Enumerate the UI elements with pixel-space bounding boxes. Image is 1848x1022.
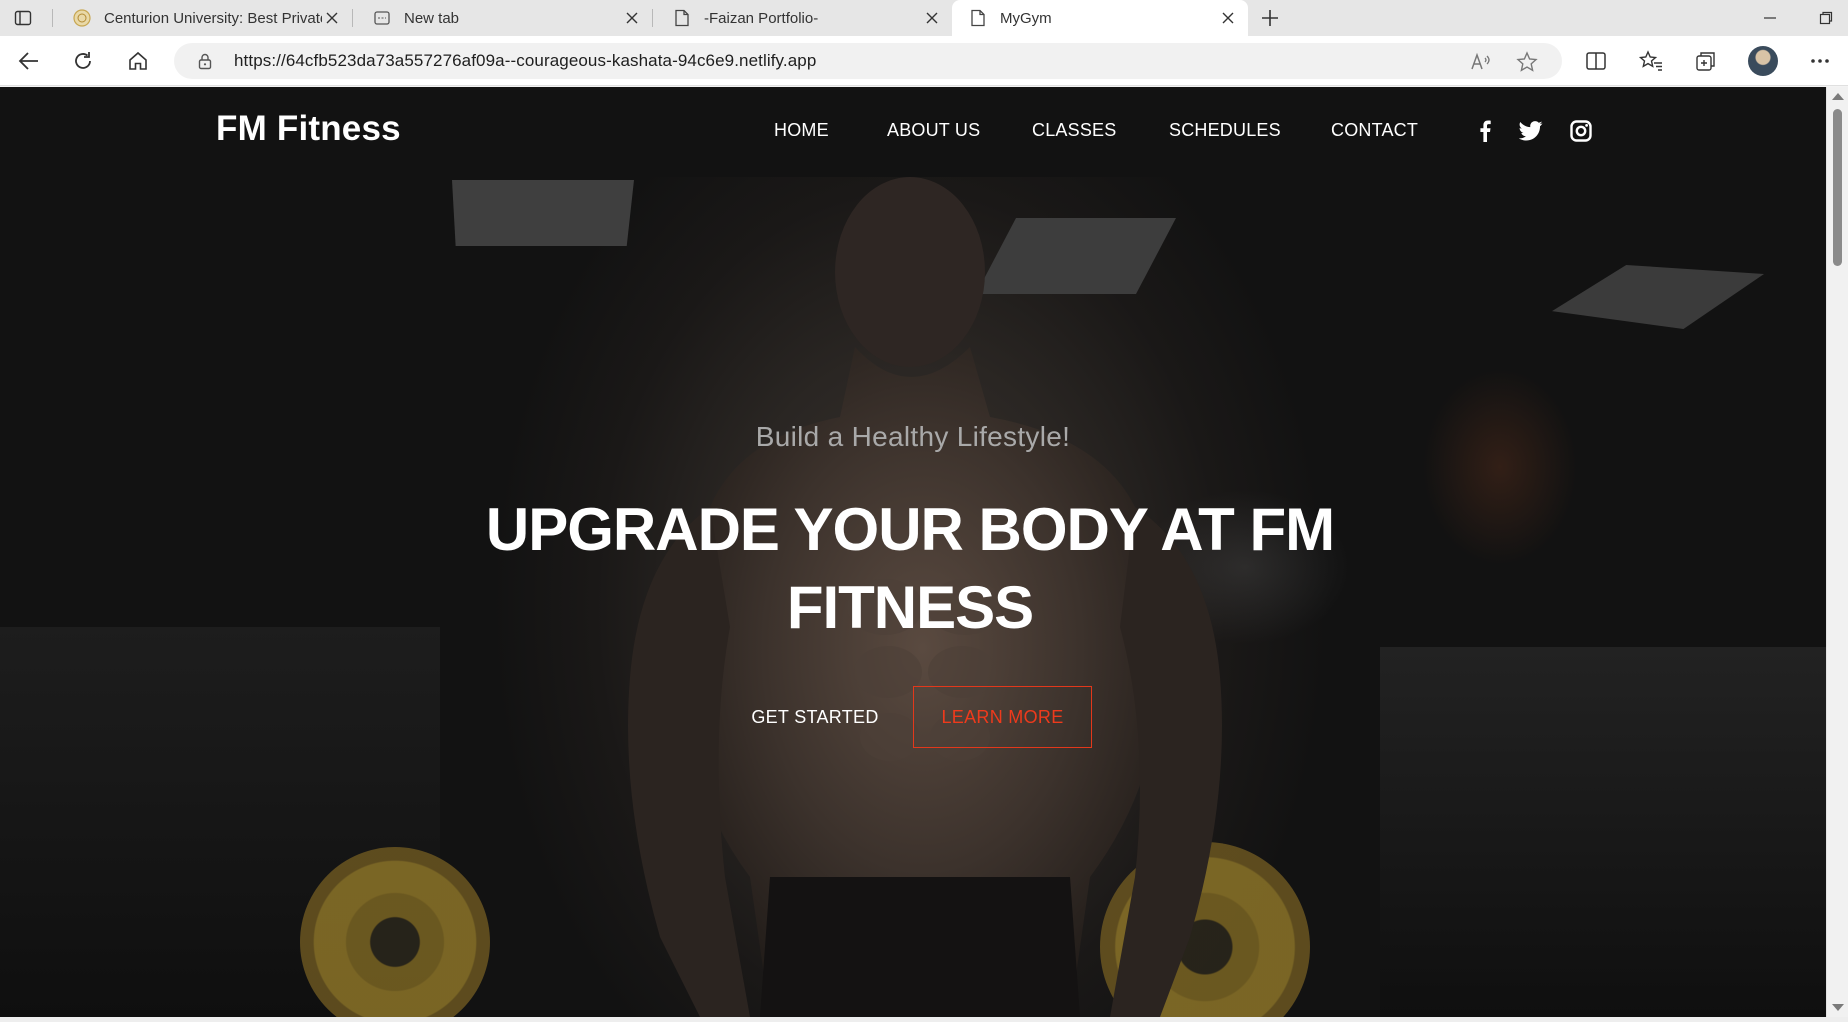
scrollbar-thumb[interactable]	[1833, 109, 1842, 266]
page-viewport: FM Fitness HOME ABOUT US CLASSES SCHEDUL…	[0, 87, 1826, 1017]
split-screen-icon	[1586, 52, 1606, 70]
more-dots-icon	[1811, 59, 1829, 63]
new-tab-page-icon	[372, 8, 392, 28]
page-scrollbar[interactable]	[1826, 87, 1848, 1017]
tab-separator	[652, 9, 653, 27]
hero-title: UPGRADE YOUR BODY AT FM FITNESS	[485, 496, 1335, 641]
minimize-icon	[1764, 17, 1776, 19]
learn-more-button[interactable]: LEARN MORE	[913, 686, 1092, 748]
close-icon[interactable]	[622, 8, 642, 28]
refresh-icon	[75, 52, 91, 69]
settings-more-button[interactable]	[1804, 45, 1836, 77]
tab-centurion[interactable]: Centurion University: Best Private	[56, 0, 352, 36]
site-logo[interactable]: FM Fitness	[216, 109, 401, 149]
nav-classes[interactable]: CLASSES	[1032, 120, 1116, 141]
site-header: FM Fitness HOME ABOUT US CLASSES SCHEDUL…	[0, 87, 1826, 177]
tab-separator	[52, 9, 53, 27]
university-seal-icon	[72, 8, 92, 28]
hero-subtitle: Build a Healthy Lifestyle!	[755, 421, 1071, 452]
facebook-icon[interactable]	[1472, 118, 1498, 144]
favorite-star-icon[interactable]	[1516, 51, 1538, 73]
new-tab-button[interactable]	[1256, 5, 1284, 31]
split-screen-button[interactable]	[1580, 45, 1612, 77]
tab-title: New tab	[404, 9, 460, 27]
plus-icon	[1262, 10, 1278, 26]
minimize-button[interactable]	[1756, 6, 1784, 30]
document-icon	[968, 8, 988, 28]
tab-mygym[interactable]: MyGym	[952, 0, 1248, 36]
favorites-button[interactable]	[1635, 45, 1667, 77]
read-aloud-icon[interactable]	[1470, 51, 1492, 73]
gym-equipment-silhouette	[1380, 647, 1826, 1017]
back-arrow-icon	[18, 52, 38, 70]
tab-title: MyGym	[1000, 9, 1052, 27]
refresh-button[interactable]	[67, 45, 99, 77]
scroll-up-arrow-icon[interactable]	[1832, 93, 1844, 100]
tab-faizan-portfolio[interactable]: -Faizan Portfolio-	[656, 0, 952, 36]
tab-new-tab[interactable]: New tab	[356, 0, 652, 36]
window-bottom-edge	[0, 1017, 1848, 1022]
restore-icon	[1819, 11, 1833, 25]
close-icon[interactable]	[322, 8, 342, 28]
close-icon[interactable]	[1218, 8, 1238, 28]
favorites-list-icon	[1639, 50, 1662, 71]
browser-tab-strip: Centurion University: Best Private New t…	[0, 0, 1848, 36]
tab-separator	[352, 9, 353, 27]
collections-icon	[1696, 52, 1715, 71]
get-started-button[interactable]: GET STARTED	[740, 686, 890, 748]
maximize-button[interactable]	[1812, 6, 1840, 30]
close-icon[interactable]	[922, 8, 942, 28]
nav-contact[interactable]: CONTACT	[1331, 120, 1418, 141]
browser-toolbar: https://64cfb523da73a557276af09a--courag…	[0, 36, 1848, 86]
lock-icon[interactable]	[196, 52, 214, 70]
tab-title: -Faizan Portfolio-	[704, 9, 819, 27]
instagram-icon[interactable]	[1568, 118, 1594, 144]
document-icon	[672, 8, 692, 28]
home-button[interactable]	[122, 45, 154, 77]
nav-home[interactable]: HOME	[774, 120, 829, 141]
scroll-down-arrow-icon[interactable]	[1832, 1004, 1844, 1011]
nav-schedules[interactable]: SCHEDULES	[1169, 120, 1281, 141]
collections-button[interactable]	[1690, 45, 1722, 77]
profile-avatar[interactable]	[1748, 46, 1778, 76]
home-icon	[129, 51, 147, 70]
back-button[interactable]	[13, 45, 45, 77]
tab-actions-menu-icon[interactable]	[10, 6, 36, 30]
url-text[interactable]: https://64cfb523da73a557276af09a--courag…	[234, 43, 816, 79]
address-bar[interactable]: https://64cfb523da73a557276af09a--courag…	[174, 43, 1562, 79]
tab-title: Centurion University: Best Private	[104, 9, 322, 27]
nav-about-us[interactable]: ABOUT US	[887, 120, 980, 141]
twitter-icon[interactable]	[1518, 118, 1544, 144]
